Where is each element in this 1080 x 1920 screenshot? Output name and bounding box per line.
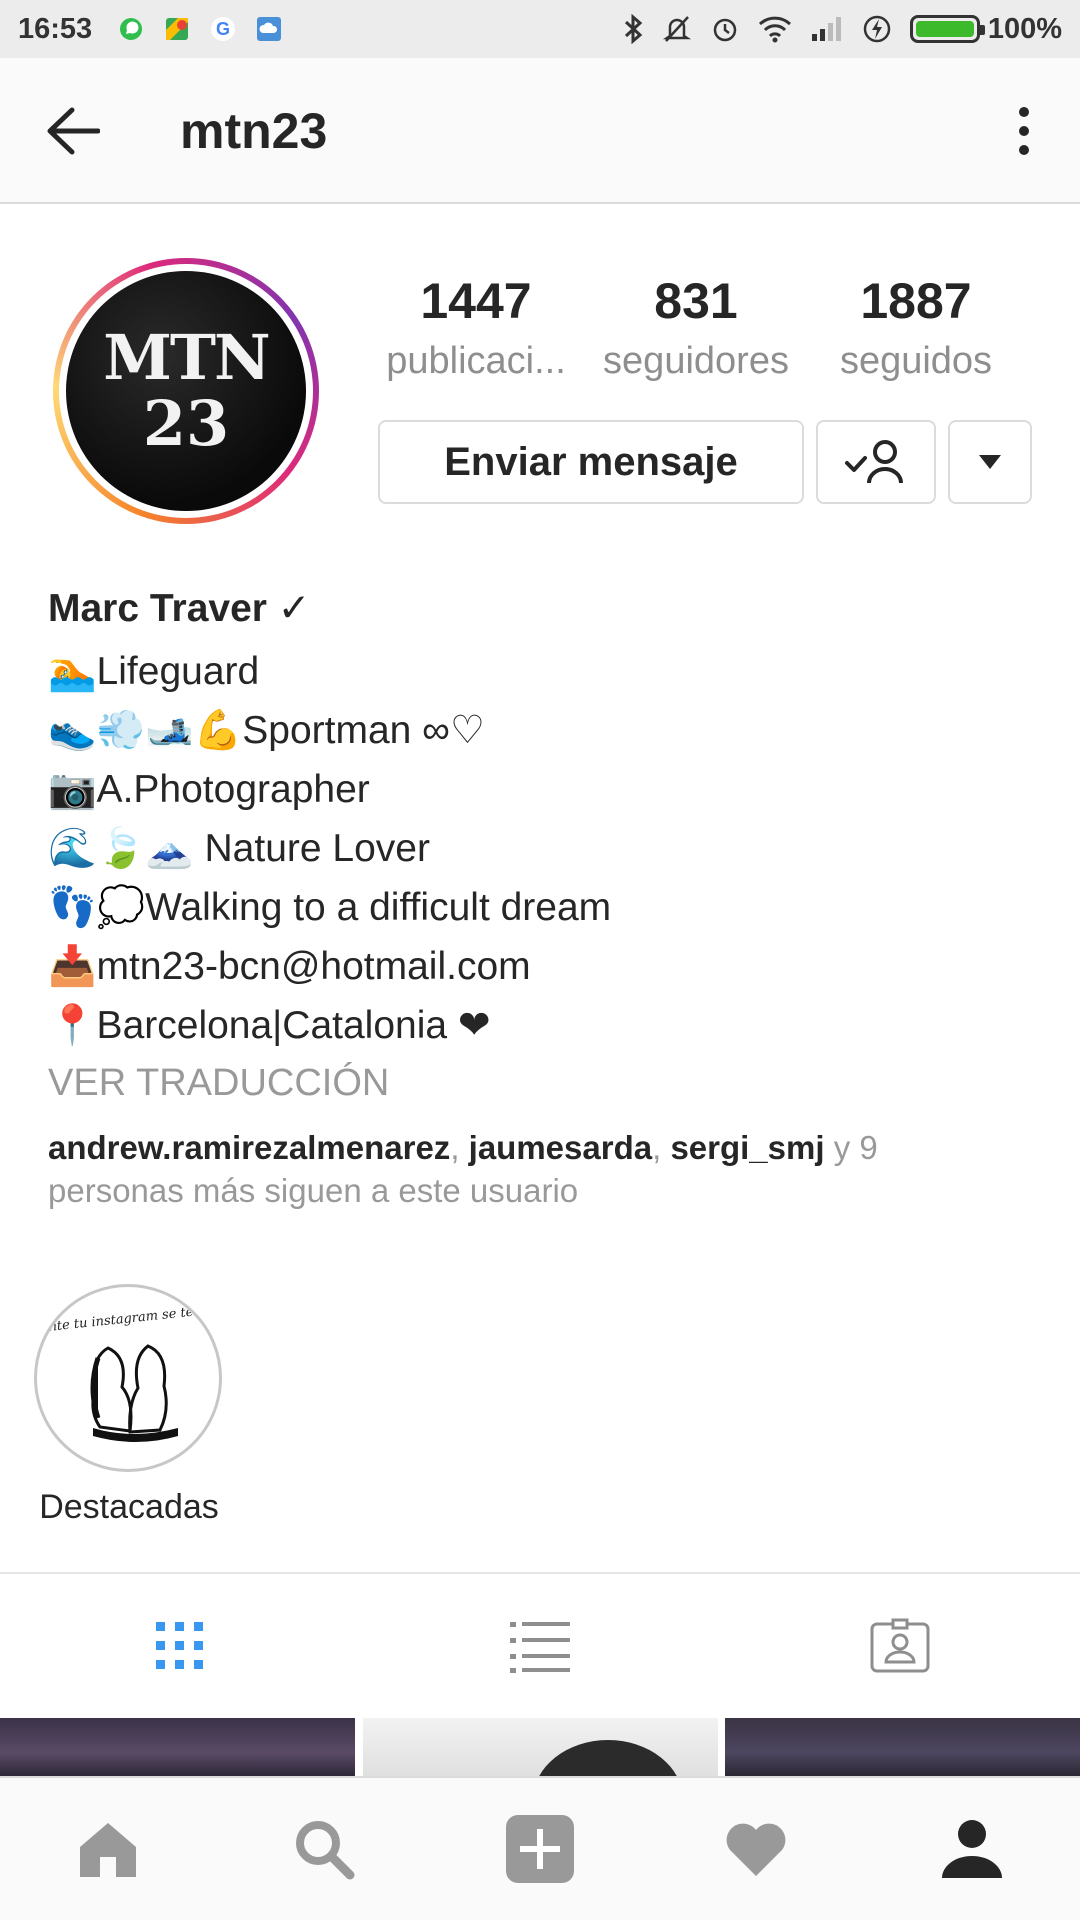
alarm-icon [710, 14, 740, 44]
send-message-button[interactable]: Enviar mensaje [378, 420, 804, 504]
tagged-icon [870, 1618, 930, 1673]
following-user-icon [845, 440, 903, 484]
see-translation-link[interactable]: VER TRADUCCIÓN [48, 1055, 1048, 1111]
suggestions-dropdown-button[interactable] [948, 420, 1032, 504]
home-icon [80, 1823, 136, 1877]
posts-grid [0, 1718, 1080, 1776]
post-thumbnail[interactable] [0, 1718, 355, 1776]
bio-line-email[interactable]: 📥mtn23-bcn@hotmail.com [48, 937, 1048, 996]
avatar-image: MTN 23 [66, 271, 306, 511]
stat-following-label: seguidos [839, 340, 993, 382]
list-icon [510, 1622, 570, 1673]
followers-more-text: personas más siguen a este usuario [48, 1172, 579, 1209]
nav-home[interactable] [0, 1778, 216, 1920]
battery-icon [909, 15, 985, 43]
bio-line-location: 📍Barcelona|Catalonia ❤ [48, 1004, 491, 1047]
tab-list[interactable] [360, 1574, 720, 1718]
grid-icon [156, 1622, 203, 1669]
follower-user-3[interactable]: sergi_smj [670, 1129, 824, 1166]
highlight-caption: o tia, no ente tu instagram se te ve tan… [38, 1295, 218, 1341]
bluetooth-icon [622, 14, 644, 44]
profile-tabs [0, 1572, 1080, 1718]
tab-grid[interactable] [0, 1574, 360, 1718]
more-options-button[interactable] [994, 98, 1054, 164]
stat-followers-label: seguidores [603, 340, 789, 382]
followers-more-count: y 9 [824, 1129, 878, 1166]
cloud-icon [256, 16, 282, 42]
google-icon: G [210, 16, 236, 42]
stat-posts-label: publicaci... [386, 340, 566, 382]
back-button[interactable] [40, 98, 106, 164]
back-arrow-icon [47, 107, 100, 155]
svg-text:G: G [216, 19, 230, 39]
wifi-icon [758, 15, 792, 43]
search-icon [296, 1821, 355, 1880]
nav-search[interactable] [216, 1778, 432, 1920]
more-vert-icon [1019, 107, 1029, 155]
stat-following[interactable]: 1887 seguidos [816, 272, 1016, 383]
profile-stats: 1447 publicaci... 831 seguidores 1887 se… [376, 272, 1016, 383]
highlight-label: Destacadas [39, 1488, 219, 1526]
status-bar: 16:53 G 100% [0, 0, 1080, 58]
tab-tagged[interactable] [720, 1574, 1080, 1718]
bio-line-dream: 👣💭Walking to a difficult dream [48, 886, 612, 929]
battery-percent: 100% [987, 12, 1062, 45]
profile-icon [942, 1820, 1002, 1878]
stat-followers[interactable]: 831 seguidores [596, 272, 796, 383]
signal-icon [810, 16, 844, 42]
caret-down-icon [979, 455, 1001, 469]
status-time: 16:53 [18, 12, 93, 45]
bio-line-lifeguard: 🏊Lifeguard [48, 650, 260, 693]
following-button[interactable] [816, 420, 936, 504]
follower-separator-1: , [450, 1129, 469, 1166]
profile-full-name: Marc Traver ✓ [48, 587, 311, 630]
post-thumbnail[interactable] [362, 1718, 718, 1776]
stat-followers-value: 831 [654, 273, 738, 329]
add-icon [506, 1815, 574, 1883]
avatar-logo-line2: 23 [142, 387, 230, 460]
follower-user-1[interactable]: andrew.ramirezalmenarez [48, 1129, 450, 1166]
nav-profile[interactable] [864, 1778, 1080, 1920]
stat-posts[interactable]: 1447 publicaci... [376, 272, 576, 383]
top-app-bar: mtn23 [0, 58, 1080, 204]
post-thumbnail[interactable] [725, 1718, 1080, 1776]
bio-line-nature: 🌊🍃🗻 Nature Lover [48, 827, 430, 870]
profile-username-title: mtn23 [180, 103, 328, 159]
charging-icon [862, 14, 892, 44]
stat-posts-value: 1447 [420, 273, 532, 329]
highlight-drawing-image: o tia, no ente tu instagram se te ve tan… [38, 1295, 218, 1442]
whatsapp-icon [118, 16, 144, 42]
profile-avatar[interactable]: MTN 23 [53, 258, 319, 524]
highlight-destacadas[interactable]: o tia, no ente tu instagram se te ve tan… [34, 1284, 224, 1527]
maps-icon [164, 16, 190, 42]
bio-line-photographer: 📷A.Photographer [48, 768, 370, 811]
avatar-logo-line1: MTN [103, 321, 270, 394]
bio-line-sportman: 👟💨🎿💪Sportman ∞♡ [48, 709, 485, 752]
mute-icon [662, 14, 692, 44]
heart-icon [726, 1823, 786, 1876]
highlight-cover: o tia, no ente tu instagram se te ve tan… [34, 1284, 222, 1472]
nav-add-post[interactable] [432, 1778, 648, 1920]
follower-user-2[interactable]: jaumesarda [469, 1129, 652, 1166]
followed-by-text[interactable]: andrew.ramirezalmenarez, jaumesarda, ser… [48, 1126, 1048, 1212]
nav-activity[interactable] [648, 1778, 864, 1920]
profile-bio: Marc Traver ✓ 🏊Lifeguard 👟💨🎿💪Sportman ∞♡… [48, 586, 1048, 1111]
bottom-navigation [0, 1776, 1080, 1920]
stat-following-value: 1887 [860, 273, 972, 329]
follower-separator-2: , [652, 1129, 671, 1166]
